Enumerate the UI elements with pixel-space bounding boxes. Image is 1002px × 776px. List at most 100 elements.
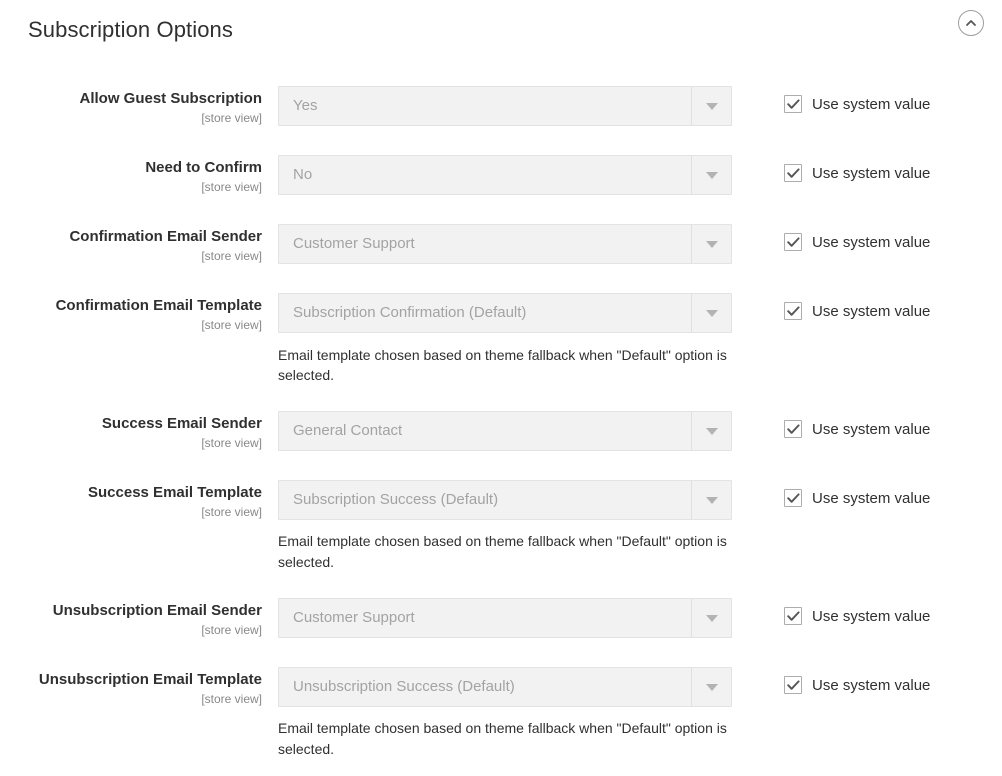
field-label-unsubscription-email-sender: Unsubscription Email Sender [52,602,262,620]
chevron-down-icon[interactable] [691,225,731,264]
use-system-value-success-email-template[interactable]: Use system value [784,480,931,508]
field-label-col-success-email-template: Success Email Template [store view] [0,480,278,521]
page-title: Subscription Options [28,16,233,42]
select-value-allow-guest-subscription: Yes [293,97,318,114]
field-label-col-unsubscription-email-sender: Unsubscription Email Sender [store view] [0,598,278,639]
field-row-success-email-template: Success Email Template [store view] Subscr… [0,480,1002,521]
chevron-down-icon[interactable] [691,599,731,638]
field-scope-confirmation-email-template: [store view] [201,318,262,333]
use-system-value-checkbox-unsubscription-email-sender[interactable] [784,607,802,626]
select-allow-guest-subscription[interactable]: Yes [278,86,732,126]
use-system-value-label-success-email-template: Use system value [812,489,931,507]
field-control-col-success-email-template: Subscription Success (Default) [278,480,732,521]
use-system-value-label-success-email-sender: Use system value [812,420,931,438]
checkmark-icon [786,493,800,503]
field-label-allow-guest-subscription: Allow Guest Subscription [79,90,262,107]
field-label-col-allow-guest-subscription: Allow Guest Subscription [store view] [0,86,278,127]
select-unsubscription-email-sender[interactable]: Customer Support [278,598,732,639]
chevron-down-icon[interactable] [691,156,731,195]
select-confirmation-email-template[interactable]: Subscription Confirmation (Default) [278,293,732,334]
checkmark-icon [786,98,800,109]
use-system-value-label-unsubscription-email-sender: Use system value [812,607,931,625]
field-note-success-email-template: Email template chosen based on theme fal… [278,533,727,570]
select-value-unsubscription-email-sender: Customer Support [293,609,415,627]
checkmark-icon [786,306,800,316]
chevron-down-icon[interactable] [691,294,731,333]
subscription-options-section: Subscription Options Allow Guest Subscri… [0,0,1002,759]
field-row-confirmation-email-sender: Confirmation Email Sender [store view] Cus… [0,224,1002,265]
chevron-down-icon[interactable] [691,668,731,707]
checkmark-icon [786,237,800,247]
select-value-success-email-template: Subscription Success (Default) [293,491,499,509]
field-control-col-success-email-sender: General Contact [278,411,732,452]
select-value-need-to-confirm: No [293,166,313,184]
use-system-value-allow-guest-subscription[interactable]: Use system value [784,86,930,113]
field-label-col-unsubscription-email-template: Unsubscription Email Template [store view… [0,667,278,708]
section-header: Subscription Options [0,0,1002,56]
use-system-value-checkbox-allow-guest-subscription[interactable] [784,95,802,113]
select-value-confirmation-email-sender: Customer Support [293,235,415,253]
use-system-value-checkbox-need-to-confirm[interactable] [784,164,802,183]
field-scope-confirmation-email-sender: [store view] [201,249,262,264]
select-success-email-template[interactable]: Subscription Success (Default) [278,480,732,521]
field-scope-success-email-template: [store view] [201,505,262,520]
field-row-success-email-sender: Success Email Sender [store view] General … [0,411,1002,452]
use-system-value-success-email-sender[interactable]: Use system value [784,411,931,439]
use-system-value-checkbox-success-email-sender[interactable] [784,420,802,439]
chevron-down-icon[interactable] [691,87,731,125]
use-system-value-label-allow-guest-subscription: Use system value [812,95,931,113]
field-label-col-confirmation-email-sender: Confirmation Email Sender [store view] [0,224,278,265]
field-control-col-unsubscription-email-template: Unsubscription Success (Default) [278,667,732,708]
field-label-need-to-confirm: Need to Confirm [145,159,262,177]
use-system-value-checkbox-success-email-template[interactable] [784,489,802,508]
field-scope-need-to-confirm: [store view] [201,179,262,194]
use-system-value-checkbox-confirmation-email-sender[interactable] [784,233,802,252]
use-system-value-checkbox-unsubscription-email-template[interactable] [784,676,802,695]
field-control-col-unsubscription-email-sender: Customer Support [278,598,732,639]
field-control-col-confirmation-email-sender: Customer Support [278,224,732,265]
use-system-value-unsubscription-email-template[interactable]: Use system value [784,667,931,695]
chevron-up-circle-icon[interactable] [958,10,984,36]
use-system-value-confirmation-email-sender[interactable]: Use system value [784,224,931,252]
checkmark-icon [786,680,800,690]
field-control-col-confirmation-email-template: Subscription Confirmation (Default) [278,293,732,334]
field-row-unsubscription-email-sender: Unsubscription Email Sender [store view] C… [0,598,1002,639]
field-scope-unsubscription-email-sender: [store view] [201,622,262,637]
use-system-value-checkbox-confirmation-email-template[interactable] [784,302,802,321]
field-scope-allow-guest-subscription: [store view] [201,110,262,125]
use-system-value-label-confirmation-email-sender: Use system value [812,233,931,251]
use-system-value-unsubscription-email-sender[interactable]: Use system value [784,598,931,626]
field-label-confirmation-email-template: Confirmation Email Template [55,297,262,315]
use-system-value-label-confirmation-email-template: Use system value [812,302,931,320]
field-note-unsubscription-email-template: Email template chosen based on theme fal… [278,720,727,757]
field-label-col-confirmation-email-template: Confirmation Email Template [store view] [0,293,278,334]
field-label-col-success-email-sender: Success Email Sender [store view] [0,411,278,452]
settings-form: Allow Guest Subscription [store view] Yes U… [0,56,1002,759]
field-label-col-need-to-confirm: Need to Confirm [store view] [0,155,278,196]
use-system-value-confirmation-email-template[interactable]: Use system value [784,293,931,321]
select-success-email-sender[interactable]: General Contact [278,411,732,452]
checkmark-icon [786,424,800,434]
select-need-to-confirm[interactable]: No [278,155,732,196]
checkmark-icon [786,168,800,178]
chevron-down-icon[interactable] [691,412,731,451]
field-note-confirmation-email-template: Email template chosen based on theme fal… [278,346,727,383]
select-unsubscription-email-template[interactable]: Unsubscription Success (Default) [278,667,732,708]
field-label-unsubscription-email-template: Unsubscription Email Template [38,671,262,689]
select-value-unsubscription-email-template: Unsubscription Success (Default) [293,678,515,696]
checkmark-icon [786,610,800,621]
field-label-success-email-sender: Success Email Sender [101,415,262,433]
field-scope-unsubscription-email-template: [store view] [201,691,262,706]
use-system-value-need-to-confirm[interactable]: Use system value [784,155,931,183]
chevron-down-icon[interactable] [691,481,731,520]
field-control-col-need-to-confirm: No [278,155,732,196]
field-row-confirmation-email-template: Confirmation Email Template [store view] S… [0,293,1002,334]
select-confirmation-email-sender[interactable]: Customer Support [278,224,732,265]
field-control-col-allow-guest-subscription: Yes [278,86,732,126]
field-label-success-email-template: Success Email Template [88,484,262,502]
use-system-value-label-need-to-confirm: Use system value [812,164,931,182]
field-row-unsubscription-email-template: Unsubscription Email Template [store view… [0,667,1002,708]
field-label-confirmation-email-sender: Confirmation Email Sender [69,228,262,246]
field-row-need-to-confirm: Need to Confirm [store view] No Use system … [0,155,1002,196]
use-system-value-label-unsubscription-email-template: Use system value [812,676,931,694]
